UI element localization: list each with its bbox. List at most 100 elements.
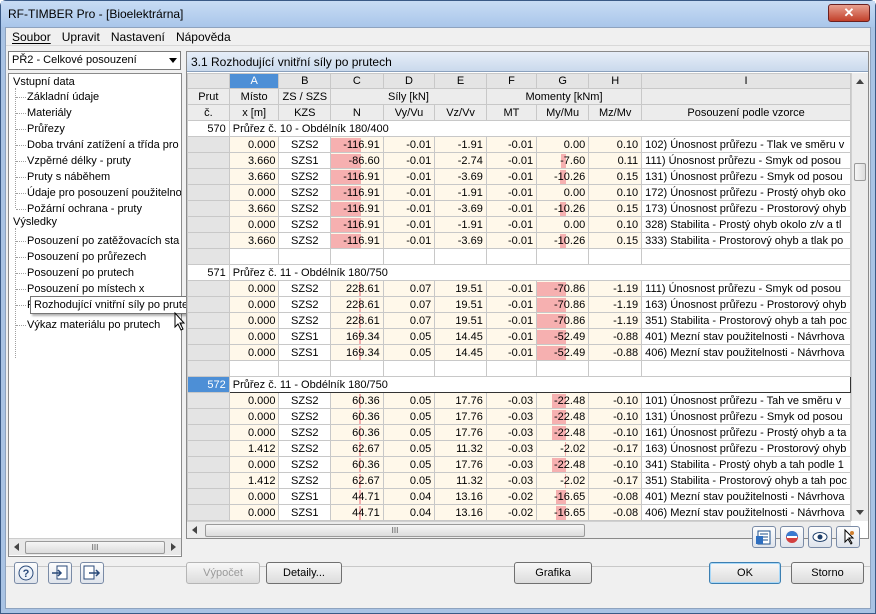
table-row[interactable]: 0.000 SZS2 -116.91 -0.01 -1.91 -0.01 0.00 0.10 1… <box>187 136 851 153</box>
column-letter[interactable]: H <box>588 73 643 89</box>
tree-item-input[interactable]: Údaje pro posouzení použitelno <box>27 186 181 200</box>
navigator-tree: Vstupní data Základní údaje Materiály Průř… <box>8 73 182 557</box>
table-row[interactable]: 0.000 SZS2 60.36 0.05 17.76 -0.03 -22.48 -0.10 1… <box>187 392 851 409</box>
title-bar: RF-TIMBER Pro - [Bioelektrárna] ✕ <box>1 1 875 27</box>
cell-value: -0.01 <box>382 216 436 233</box>
menu-upravit[interactable]: Upravit <box>58 28 104 44</box>
tree-item-input[interactable]: Základní údaje <box>27 90 99 104</box>
scroll-down-icon[interactable] <box>856 510 864 515</box>
menu-nastaveni[interactable]: Nastavení <box>107 28 169 44</box>
member-number[interactable]: 570 <box>187 120 230 137</box>
column-letter[interactable]: F <box>485 73 538 89</box>
color-scale-button[interactable] <box>780 526 804 548</box>
table-row[interactable]: 0.000 SZS2 228.61 0.07 19.51 -0.01 -70.86 -1.19… <box>187 280 851 297</box>
pointer-button[interactable] <box>836 526 860 548</box>
cell-zs: SZS1 <box>278 488 332 505</box>
cell-value: 0.05 <box>382 456 436 473</box>
table-row[interactable]: 0.000 SZS1 169.34 0.05 14.45 -0.01 -52.49 -0.88… <box>187 328 851 345</box>
cell-text: -7.60 <box>560 154 586 167</box>
tree-horizontal-scrollbar[interactable]: III <box>9 538 181 555</box>
table-row[interactable]: 0.000 SZS2 -116.91 -0.01 -1.91 -0.01 0.00 0.10 1… <box>187 184 851 201</box>
help-button[interactable]: ? <box>14 562 38 584</box>
table-row[interactable]: 0.000 SZS1 44.71 0.04 13.16 -0.02 -16.65 -0.08 4… <box>187 488 851 505</box>
cell-formula: 131) Únosnost průřezu - Smyk od posou <box>641 168 851 185</box>
color-scale-icon <box>786 531 798 543</box>
cell-value: 0.05 <box>382 328 436 345</box>
tree-item-input[interactable]: Materiály <box>27 106 72 120</box>
scroll-up-icon[interactable] <box>856 79 864 84</box>
tree-item-results[interactable]: Posouzení po průřezech <box>27 250 146 264</box>
export-button[interactable] <box>80 562 104 584</box>
column-letter[interactable]: I <box>641 73 851 89</box>
member-header-row[interactable]: 571 Průřez č. 11 - Obdélník 180/750 <box>187 264 851 281</box>
member-header-row[interactable]: 572 Průřez č. 11 - Obdélník 180/750 <box>187 376 851 393</box>
table-row[interactable]: 1.412 SZS2 62.67 0.05 11.32 -0.03 -2.02 -0.17 16… <box>187 440 851 457</box>
table-row[interactable]: 0.000 SZS2 228.61 0.07 19.51 -0.01 -70.86 -1.19… <box>187 312 851 329</box>
cell-value: -70.86 <box>536 312 590 329</box>
table-row[interactable]: 1.412 SZS2 62.67 0.05 11.32 -0.03 -2.02 -0.17 35… <box>187 472 851 489</box>
cell-text: -116.91 <box>343 170 380 183</box>
member-header-row[interactable]: 570 Průřez č. 10 - Obdélník 180/400 <box>187 120 851 137</box>
import-button[interactable] <box>48 562 72 584</box>
menu-soubor[interactable]: Soubor <box>8 28 55 44</box>
table-row[interactable]: 0.000 SZS2 60.36 0.05 17.76 -0.03 -22.48 -0.10 1… <box>187 408 851 425</box>
tree-item-input[interactable]: Požární ochrana - pruty <box>27 202 142 216</box>
table-row[interactable]: 3.660 SZS2 -116.91 -0.01 -3.69 -0.01 -10.26 0.1… <box>187 232 851 249</box>
table-row[interactable]: 0.000 SZS2 228.61 0.07 19.51 -0.01 -70.86 -1.19… <box>187 296 851 313</box>
header-empty <box>641 88 851 105</box>
tree-connector <box>16 305 26 306</box>
tree-group-input[interactable]: Vstupní data <box>13 75 75 89</box>
tree-item-input[interactable]: Doba trvání zatížení a třída pro <box>27 138 179 152</box>
table-row[interactable]: 0.000 SZS2 60.36 0.05 17.76 -0.03 -22.48 -0.10 3… <box>187 456 851 473</box>
table-row[interactable]: 3.660 SZS2 -116.91 -0.01 -3.69 -0.01 -10.26 0.1… <box>187 168 851 185</box>
member-number[interactable]: 572 <box>187 376 230 393</box>
scroll-thumb[interactable]: III <box>25 541 165 554</box>
tree-group-results[interactable]: Výsledky <box>13 215 57 229</box>
graphics-button[interactable]: Grafika <box>514 562 592 584</box>
tree-item-results[interactable]: Posouzení po zatěžovacích sta <box>27 234 179 248</box>
grid-vertical-scrollbar[interactable] <box>851 73 868 521</box>
tree-item-results[interactable]: Posouzení po místech x <box>27 282 144 296</box>
cell-value: 19.51 <box>434 296 487 313</box>
cell-text: -22.48 <box>554 410 586 423</box>
table-row[interactable]: 0.000 SZS1 169.34 0.05 14.45 -0.01 -52.49 -0.88… <box>187 344 851 361</box>
scroll-left-icon[interactable] <box>192 526 197 534</box>
column-letter[interactable]: E <box>434 73 487 89</box>
calculate-button[interactable]: Výpočet <box>186 562 260 584</box>
tree-item-results[interactable]: Výkaz materiálu po prutech <box>27 318 160 332</box>
table-row[interactable]: 3.660 SZS2 -116.91 -0.01 -3.69 -0.01 -10.26 0.1… <box>187 200 851 217</box>
case-select[interactable]: PŘ2 - Celkové posouzení <box>8 51 181 70</box>
tree-item-input[interactable]: Pruty s náběhem <box>27 170 110 184</box>
cell-text: 60.36 <box>352 426 380 439</box>
details-button[interactable]: Detaily... <box>266 562 342 584</box>
tree-item-results[interactable]: Posouzení po prutech <box>27 266 134 280</box>
column-letter[interactable]: C <box>330 73 384 89</box>
cell-zs: SZS2 <box>278 184 332 201</box>
tree-item-input[interactable]: Průřezy <box>27 122 65 136</box>
member-number[interactable]: 571 <box>187 264 230 281</box>
column-letter[interactable]: G <box>536 73 590 89</box>
hscroll-thumb[interactable]: III <box>205 524 585 537</box>
column-letter[interactable]: D <box>382 73 436 89</box>
scroll-left-icon[interactable] <box>14 543 19 551</box>
cell-text: -16.65 <box>554 506 586 519</box>
help-icon: ? <box>18 565 34 581</box>
table-row[interactable]: 3.660 SZS1 -86.60 -0.01 -2.74 -0.01 -7.60 0.11 1… <box>187 152 851 169</box>
view-button[interactable] <box>808 526 832 548</box>
table-row[interactable]: 0.000 SZS2 -116.91 -0.01 -1.91 -0.01 0.00 0.10 3… <box>187 216 851 233</box>
cell-value: 0.04 <box>382 488 436 505</box>
column-letter[interactable]: B <box>278 73 332 89</box>
menu-napoveda[interactable]: Nápověda <box>172 28 235 44</box>
scroll-right-icon[interactable] <box>171 543 176 551</box>
cell-value: 0.000 <box>228 312 280 329</box>
ok-button[interactable]: OK <box>709 562 781 584</box>
cancel-button[interactable]: Storno <box>791 562 864 584</box>
table-row[interactable]: 0.000 SZS1 44.71 0.04 13.16 -0.02 -16.65 -0.08 4… <box>187 504 851 521</box>
column-letter[interactable]: A <box>228 73 280 89</box>
table-row[interactable]: 0.000 SZS2 60.36 0.05 17.76 -0.03 -22.48 -0.10 1… <box>187 424 851 441</box>
close-button[interactable]: ✕ <box>828 4 870 22</box>
vscroll-thumb[interactable] <box>854 163 866 181</box>
tree-item-input[interactable]: Vzpěrné délky - pruty <box>27 154 131 168</box>
cell-formula: 406) Mezní stav použitelnosti - Návrhova <box>641 344 851 361</box>
excel-export-button[interactable] <box>752 526 776 548</box>
